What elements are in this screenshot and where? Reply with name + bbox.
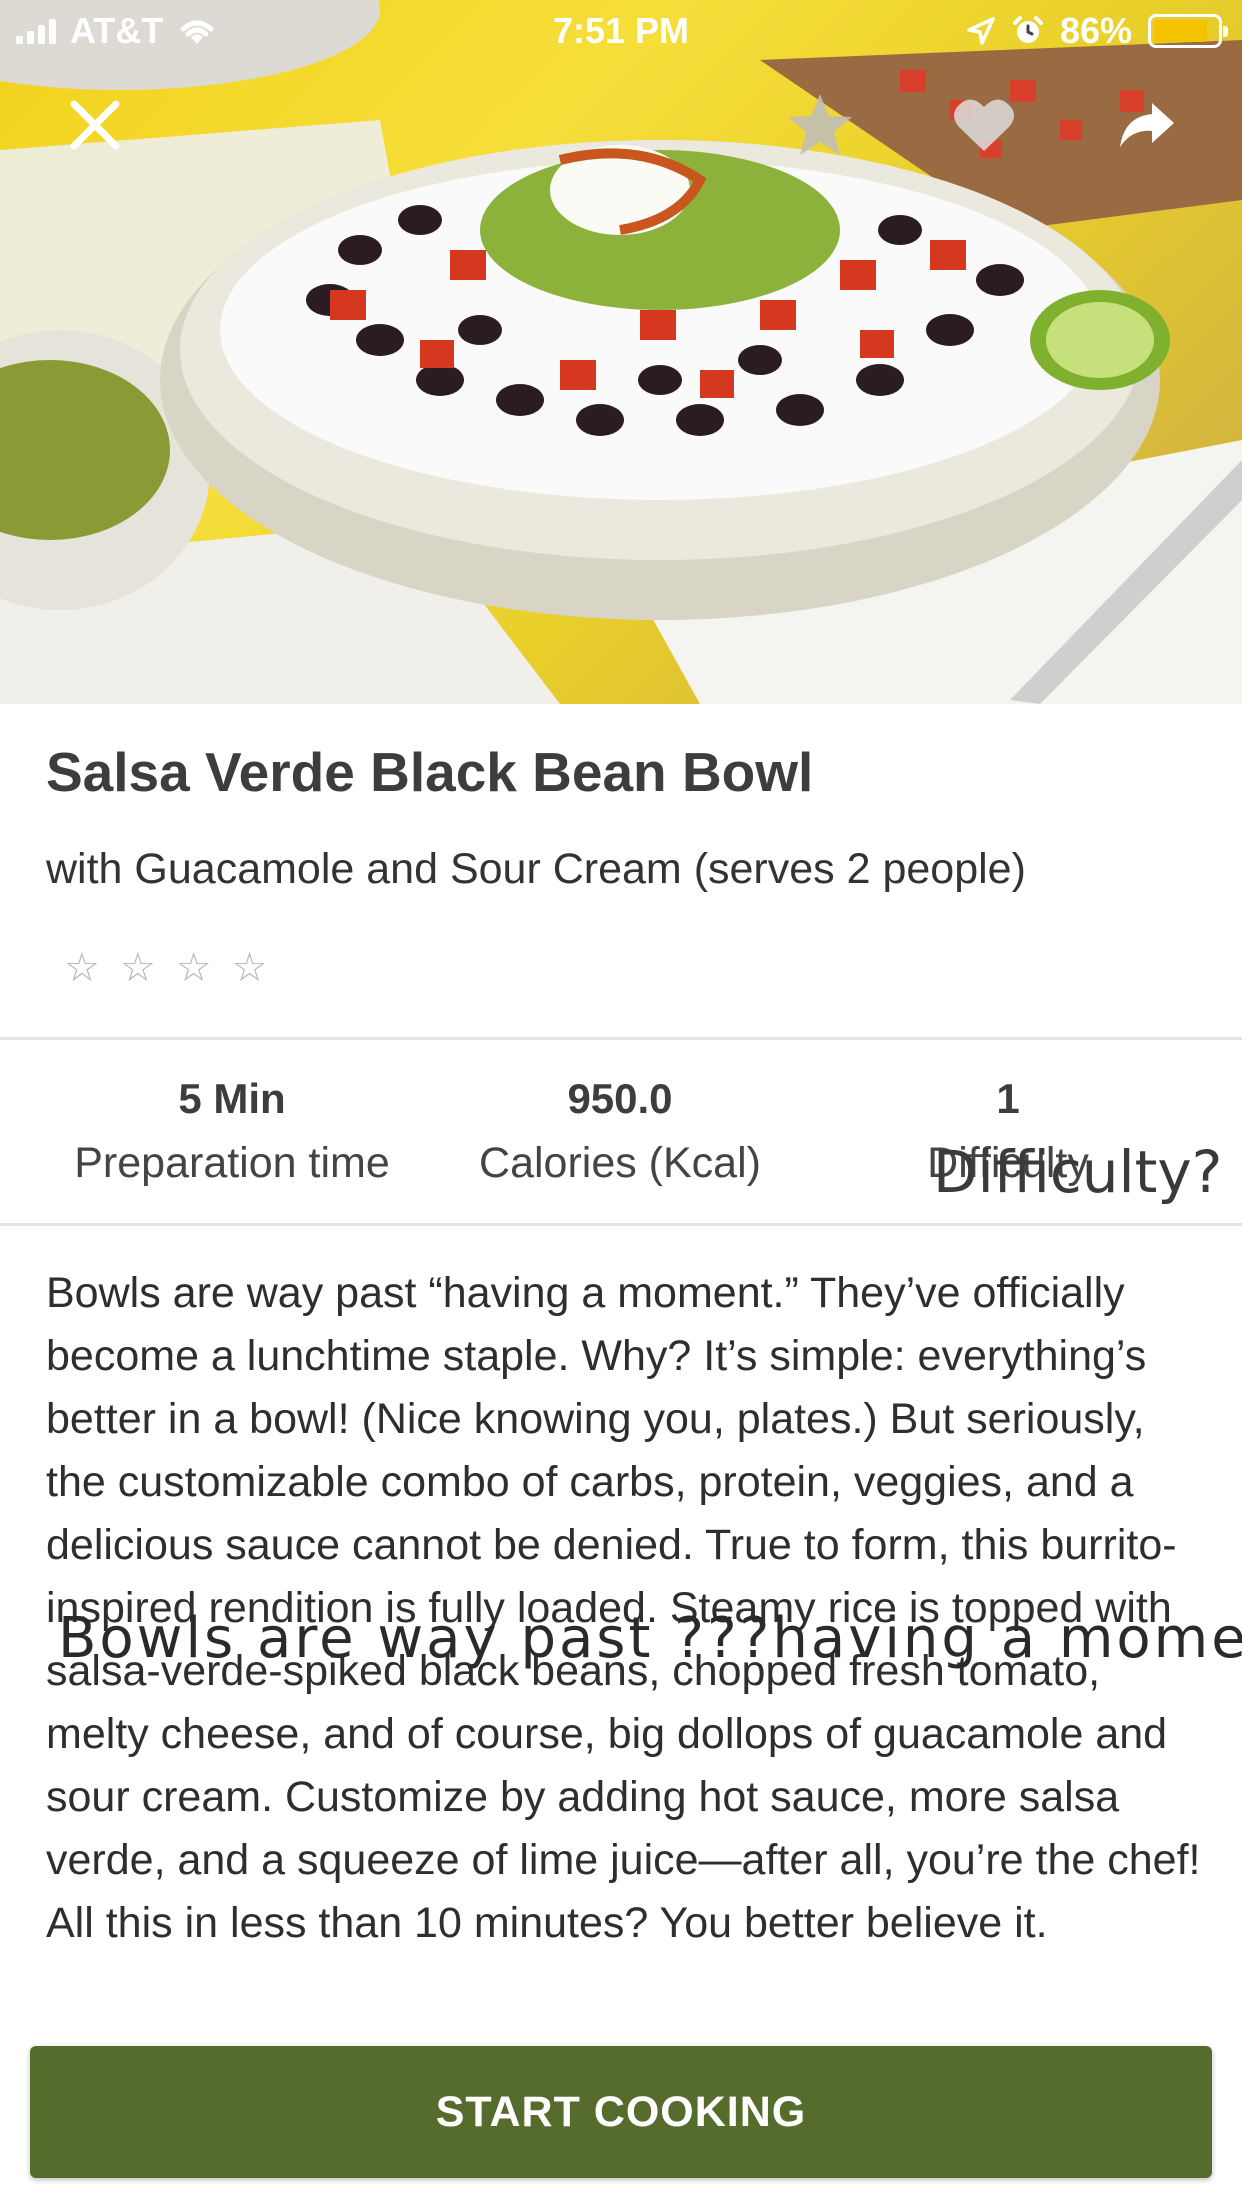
start-cooking-button[interactable]: START COOKING (30, 2046, 1212, 2178)
divider (0, 1037, 1242, 1040)
stat-preparation-time: 5 Min Preparation time (32, 1075, 432, 1188)
rating-star-2[interactable]: ☆ (120, 948, 156, 988)
description-overlay-text: Bowls are way past ???having a moment (58, 1606, 1242, 1671)
difficulty-overlay-text: Difficulty? (933, 1138, 1223, 1206)
location-arrow-icon (967, 17, 995, 45)
battery-icon (1148, 14, 1228, 48)
burrito-bowl-photo (0, 0, 1242, 704)
status-bar: AT&T 7:51 PM 86% (0, 0, 1242, 62)
recipe-subtitle: with Guacamole and Sour Cream (serves 2 … (46, 845, 1026, 893)
close-icon (70, 100, 120, 150)
stat-value: 950.0 (567, 1075, 673, 1122)
heart-icon (954, 99, 1014, 151)
rating-star-3[interactable]: ☆ (176, 948, 212, 988)
share-button[interactable] (1102, 80, 1192, 170)
stat-calories: 950.0 Calories (Kcal) (420, 1075, 820, 1188)
stat-label: Preparation time (74, 1139, 390, 1187)
battery-level-fill (1154, 20, 1208, 42)
stat-value: 5 Min (178, 1075, 286, 1122)
status-right: 86% (966, 10, 1228, 52)
stat-label: Calories (Kcal) (479, 1139, 761, 1187)
star-icon (788, 94, 852, 155)
divider (0, 1223, 1242, 1226)
stat-value: 1 (996, 1075, 1020, 1122)
battery-percent: 86% (1059, 10, 1132, 51)
rating-stars[interactable]: ☆ ☆ ☆ ☆ (64, 948, 267, 988)
like-heart-button[interactable] (939, 80, 1029, 170)
recipe-title: Salsa Verde Black Bean Bowl (46, 741, 814, 803)
rating-star-4[interactable]: ☆ (232, 948, 268, 988)
close-button[interactable] (50, 80, 140, 170)
favorite-star-button[interactable] (775, 80, 865, 170)
recipe-hero-image (0, 0, 1242, 704)
alarm-icon (1012, 16, 1043, 43)
rating-star-1[interactable]: ☆ (64, 948, 100, 988)
share-icon (1120, 103, 1174, 147)
